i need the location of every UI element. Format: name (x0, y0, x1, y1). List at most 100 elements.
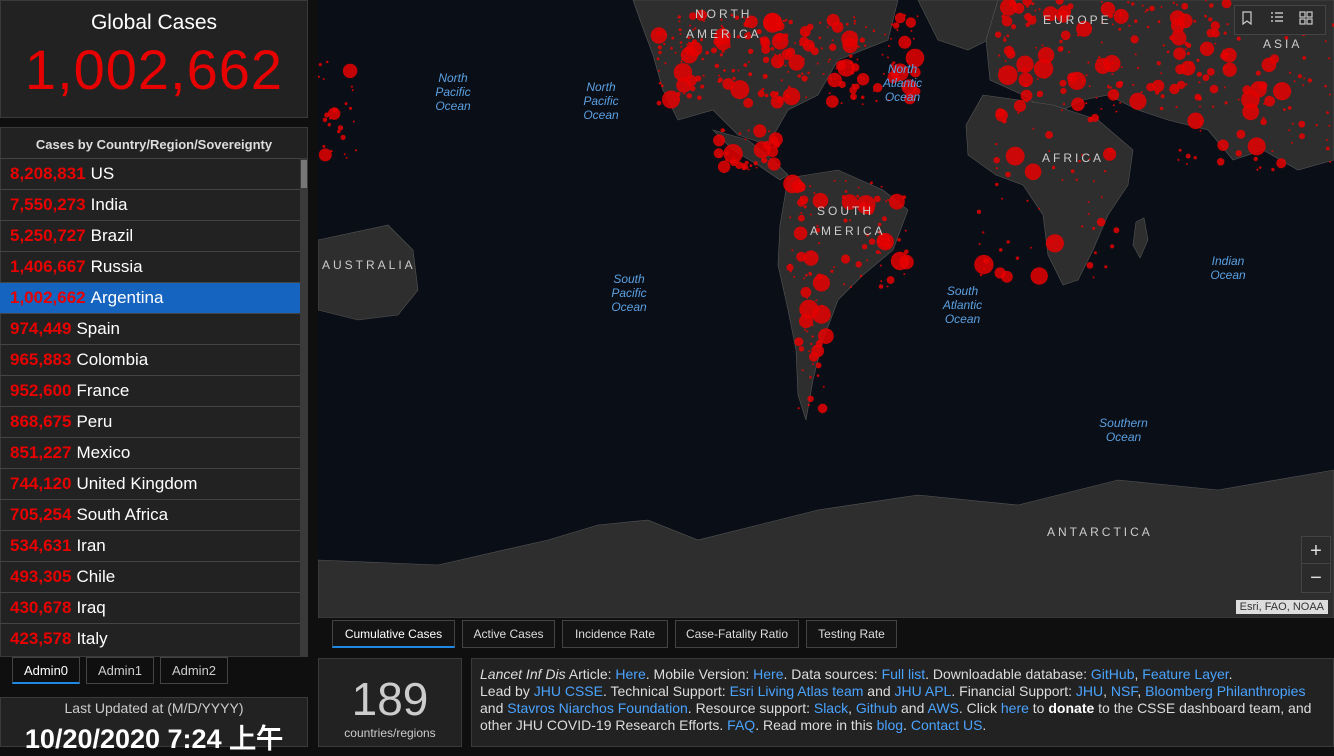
case-marker[interactable] (1175, 3, 1178, 6)
case-marker[interactable] (856, 194, 860, 198)
case-marker[interactable] (1024, 83, 1028, 87)
case-marker[interactable] (658, 50, 662, 55)
case-marker[interactable] (811, 335, 814, 338)
contact-us-link[interactable]: Contact US (911, 717, 983, 733)
case-marker[interactable] (328, 107, 341, 120)
case-marker[interactable] (778, 53, 782, 56)
case-marker[interactable] (662, 90, 680, 109)
case-marker[interactable] (816, 374, 820, 377)
case-marker[interactable] (1111, 73, 1114, 75)
country-row[interactable]: 744,120 United Kingdom (0, 468, 300, 499)
case-marker[interactable] (879, 252, 882, 255)
country-row[interactable]: 8,208,831 US (0, 158, 300, 189)
case-marker[interactable] (809, 250, 812, 253)
case-marker[interactable] (801, 308, 804, 311)
case-marker[interactable] (755, 166, 758, 169)
case-marker[interactable] (1087, 116, 1094, 123)
blog-link[interactable]: blog (877, 717, 903, 733)
case-marker[interactable] (1076, 34, 1080, 37)
case-marker[interactable] (687, 41, 691, 45)
case-marker[interactable] (670, 46, 673, 50)
case-marker[interactable] (888, 45, 890, 47)
case-marker[interactable] (743, 98, 754, 108)
case-marker[interactable] (1178, 13, 1193, 29)
case-marker[interactable] (717, 160, 731, 173)
case-marker[interactable] (791, 249, 794, 252)
case-marker[interactable] (1013, 99, 1027, 112)
case-marker[interactable] (875, 250, 880, 254)
case-marker[interactable] (719, 53, 723, 57)
case-marker[interactable] (1055, 9, 1058, 12)
case-marker[interactable] (1087, 213, 1090, 215)
case-marker[interactable] (1131, 2, 1135, 6)
case-marker[interactable] (343, 153, 346, 156)
article-link[interactable]: Here (615, 666, 645, 682)
case-marker[interactable] (1149, 5, 1155, 12)
case-marker[interactable] (1181, 30, 1184, 33)
tab-admin2[interactable]: Admin2 (160, 657, 228, 684)
jhu-csse-link[interactable]: JHU CSSE (534, 683, 603, 699)
case-marker[interactable] (1166, 50, 1170, 54)
case-marker[interactable] (856, 58, 859, 61)
case-marker[interactable] (1101, 8, 1104, 11)
case-marker[interactable] (730, 80, 750, 100)
case-marker[interactable] (1011, 24, 1017, 30)
case-marker[interactable] (807, 395, 814, 402)
esri-link[interactable]: Esri Living Atlas team (730, 683, 864, 699)
case-marker[interactable] (1297, 74, 1302, 79)
case-marker[interactable] (348, 106, 353, 110)
case-marker[interactable] (1107, 89, 1120, 101)
case-marker[interactable] (757, 90, 765, 98)
scrollbar-thumb[interactable] (301, 160, 307, 188)
case-marker[interactable] (1092, 276, 1095, 279)
case-marker[interactable] (835, 67, 838, 70)
case-marker[interactable] (1328, 57, 1331, 60)
case-marker[interactable] (826, 13, 840, 27)
case-marker[interactable] (776, 27, 780, 31)
case-marker[interactable] (805, 273, 808, 277)
case-marker[interactable] (1006, 49, 1016, 59)
case-marker[interactable] (730, 158, 738, 167)
case-marker[interactable] (800, 286, 812, 298)
case-marker[interactable] (807, 403, 810, 407)
case-marker[interactable] (827, 72, 842, 88)
case-marker[interactable] (1100, 1, 1103, 3)
case-marker[interactable] (1299, 133, 1305, 140)
case-marker[interactable] (912, 37, 915, 40)
case-marker[interactable] (721, 137, 724, 140)
case-marker[interactable] (763, 154, 766, 157)
case-marker[interactable] (725, 151, 729, 155)
case-marker[interactable] (747, 129, 750, 132)
case-marker[interactable] (905, 17, 916, 28)
case-marker[interactable] (1186, 51, 1190, 56)
case-marker[interactable] (892, 22, 900, 29)
country-row[interactable]: 952,600 France (0, 375, 300, 406)
case-marker[interactable] (1260, 118, 1267, 126)
case-marker[interactable] (1025, 99, 1029, 103)
case-marker[interactable] (998, 65, 1018, 85)
faq-link[interactable]: FAQ (727, 717, 755, 733)
case-marker[interactable] (1087, 61, 1090, 64)
case-marker[interactable] (841, 254, 851, 264)
case-marker[interactable] (1005, 171, 1011, 178)
case-marker[interactable] (1209, 84, 1219, 94)
case-marker[interactable] (1062, 103, 1066, 106)
case-marker[interactable] (886, 56, 889, 59)
country-row[interactable]: 493,305 Chile (0, 561, 300, 592)
case-marker[interactable] (772, 167, 775, 170)
case-marker[interactable] (998, 54, 1001, 57)
case-marker[interactable] (1061, 46, 1064, 49)
case-marker[interactable] (664, 62, 667, 65)
case-marker[interactable] (1112, 104, 1115, 107)
case-marker[interactable] (732, 76, 736, 81)
case-marker[interactable] (844, 180, 847, 182)
case-marker[interactable] (761, 87, 765, 91)
case-marker[interactable] (801, 72, 804, 75)
case-marker[interactable] (1013, 2, 1025, 14)
case-marker[interactable] (656, 100, 662, 106)
case-marker[interactable] (833, 179, 836, 182)
case-marker[interactable] (798, 346, 805, 352)
case-marker[interactable] (1271, 167, 1275, 172)
case-marker[interactable] (679, 32, 682, 35)
country-row[interactable]: 1,406,667 Russia (0, 251, 300, 282)
